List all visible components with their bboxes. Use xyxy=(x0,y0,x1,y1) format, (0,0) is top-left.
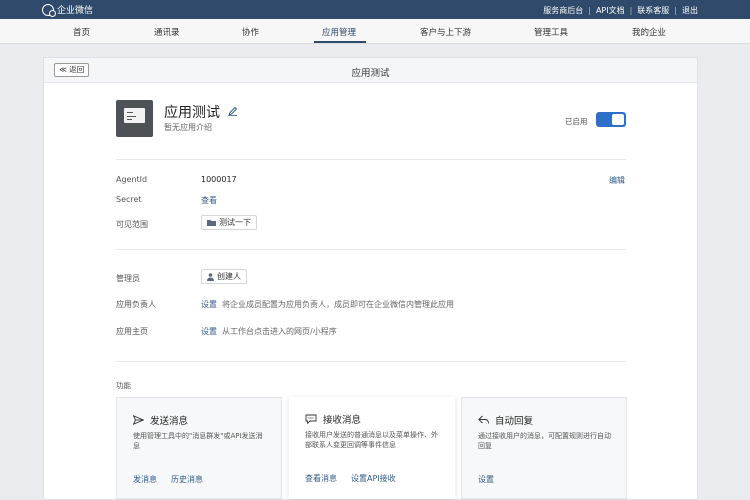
homepage-hint: 从工作台点击进入的网页/小程序 xyxy=(222,327,337,336)
separator: | xyxy=(629,6,633,15)
set-api-receive-link[interactable]: 设置API接收 xyxy=(351,473,396,484)
homepage-set-link[interactable]: 设置 xyxy=(201,327,217,336)
panel-header: ≪ 返回 应用测试 xyxy=(44,58,697,83)
send-message-link[interactable]: 发消息 xyxy=(133,474,157,485)
top-link-logout[interactable]: 退出 xyxy=(682,5,698,16)
autoreply-title: 自动回复 xyxy=(495,416,534,427)
enable-toggle[interactable] xyxy=(596,112,626,127)
folder-icon xyxy=(207,220,216,226)
icon-line xyxy=(127,112,133,113)
nav-home[interactable]: 首页 xyxy=(73,26,90,38)
feature-card-receive: 接收消息 接收用户发送的普通消息以及菜单操作、外部联系人变更回调等事件信息 查看… xyxy=(289,397,455,499)
owner-row: 设置 将企业成员配置为应用负责人，成员即可在企业微信内管理此应用 xyxy=(201,299,454,310)
secret-view-link[interactable]: 查看 xyxy=(201,195,217,206)
admin-value: 创建人 xyxy=(217,272,241,281)
top-link-api-docs[interactable]: API文档 xyxy=(596,5,625,16)
edit-pencil-icon[interactable] xyxy=(228,106,238,116)
panel-title: 应用测试 xyxy=(351,68,390,79)
nav-app-management[interactable]: 应用管理 xyxy=(322,26,356,38)
app-detail-panel: ≪ 返回 应用测试 应用测试 暂无应用介绍 已启用 AgentId 100001… xyxy=(43,57,698,500)
reply-icon xyxy=(478,415,489,424)
card-description: 通过接收用户的消息，可配置规则进行自动回复 xyxy=(478,432,611,450)
features-label: 功能 xyxy=(116,381,131,390)
owner-label: 应用负责人 xyxy=(116,300,156,309)
separator: | xyxy=(588,6,591,15)
card-description: 接收用户发送的普通消息以及菜单操作、外部联系人变更回调等事件信息 xyxy=(305,431,438,449)
owner-set-link[interactable]: 设置 xyxy=(201,300,217,309)
brand-name: 企业微信 xyxy=(57,6,94,16)
visible-scope-label: 可见范围 xyxy=(116,220,148,229)
homepage-row: 设置 从工作台点击进入的网页/小程序 xyxy=(201,326,337,337)
card-title: 发送消息 xyxy=(133,413,188,427)
agentid-value: 1000017 xyxy=(201,175,237,184)
app-description: 暂无应用介绍 xyxy=(164,123,212,132)
wecom-logo-icon xyxy=(42,3,56,17)
divider xyxy=(116,361,626,362)
nav-contacts[interactable]: 通讯录 xyxy=(154,26,180,38)
icon-line xyxy=(127,116,136,117)
divider xyxy=(116,159,626,160)
app-name: 应用测试 xyxy=(164,105,220,121)
feature-card-autoreply: 自动回复 通过接收用户的消息，可配置规则进行自动回复 设置 xyxy=(461,397,627,499)
top-bar: 企业微信 服务商后台 | API文档 | 联系客服 | 退出 xyxy=(0,0,750,19)
history-messages-link[interactable]: 历史消息 xyxy=(171,474,203,485)
card-links: 发消息 历史消息 xyxy=(133,474,203,485)
chat-bubble-icon xyxy=(305,414,317,424)
card-description: 使用管理工具中的"消息群发"或API发送消息 xyxy=(133,432,263,450)
visible-scope-value: 测试一下 xyxy=(219,218,251,227)
top-link-support[interactable]: 联系客服 xyxy=(637,5,669,16)
feature-card-send: 发送消息 使用管理工具中的"消息群发"或API发送消息 发消息 历史消息 xyxy=(116,397,282,499)
card-links: 设置 xyxy=(478,474,494,485)
active-tab-indicator xyxy=(314,41,366,43)
status-label: 已启用 xyxy=(565,117,588,126)
send-icon xyxy=(133,415,144,425)
app-icon xyxy=(116,100,153,137)
card-title: 自动回复 xyxy=(478,413,533,427)
receive-title: 接收消息 xyxy=(323,415,362,426)
visible-scope-chip[interactable]: 测试一下 xyxy=(201,215,257,230)
send-title: 发送消息 xyxy=(150,416,189,427)
main-nav: 首页 通讯录 协作 应用管理 客户与上下游 管理工具 我的企业 xyxy=(0,19,750,44)
homepage-label: 应用主页 xyxy=(116,327,148,336)
icon-line xyxy=(127,119,132,120)
nav-management-tools[interactable]: 管理工具 xyxy=(534,26,568,38)
nav-collaboration[interactable]: 协作 xyxy=(242,26,259,38)
top-link-provider[interactable]: 服务商后台 xyxy=(543,5,583,16)
admin-chip[interactable]: 创建人 xyxy=(201,269,247,284)
owner-hint: 将企业成员配置为应用负责人，成员即可在企业微信内管理此应用 xyxy=(222,300,454,309)
brand[interactable]: 企业微信 xyxy=(42,3,94,17)
divider xyxy=(116,249,626,250)
separator: | xyxy=(674,6,677,15)
secret-label: Secret xyxy=(116,195,142,204)
view-messages-link[interactable]: 查看消息 xyxy=(305,473,337,484)
autoreply-settings-link[interactable]: 设置 xyxy=(478,474,494,485)
agentid-label: AgentId xyxy=(116,175,148,184)
admin-label: 管理员 xyxy=(116,274,140,283)
nav-my-enterprise[interactable]: 我的企业 xyxy=(632,26,666,38)
top-links: 服务商后台 | API文档 | 联系客服 | 退出 xyxy=(543,5,698,16)
nav-customers[interactable]: 客户与上下游 xyxy=(420,26,471,38)
edit-link[interactable]: 编辑 xyxy=(609,175,625,186)
app-icon-screen xyxy=(124,108,145,123)
card-links: 查看消息 设置API接收 xyxy=(305,473,396,484)
person-icon xyxy=(207,272,214,281)
card-title: 接收消息 xyxy=(305,412,361,426)
toggle-knob xyxy=(612,114,624,125)
